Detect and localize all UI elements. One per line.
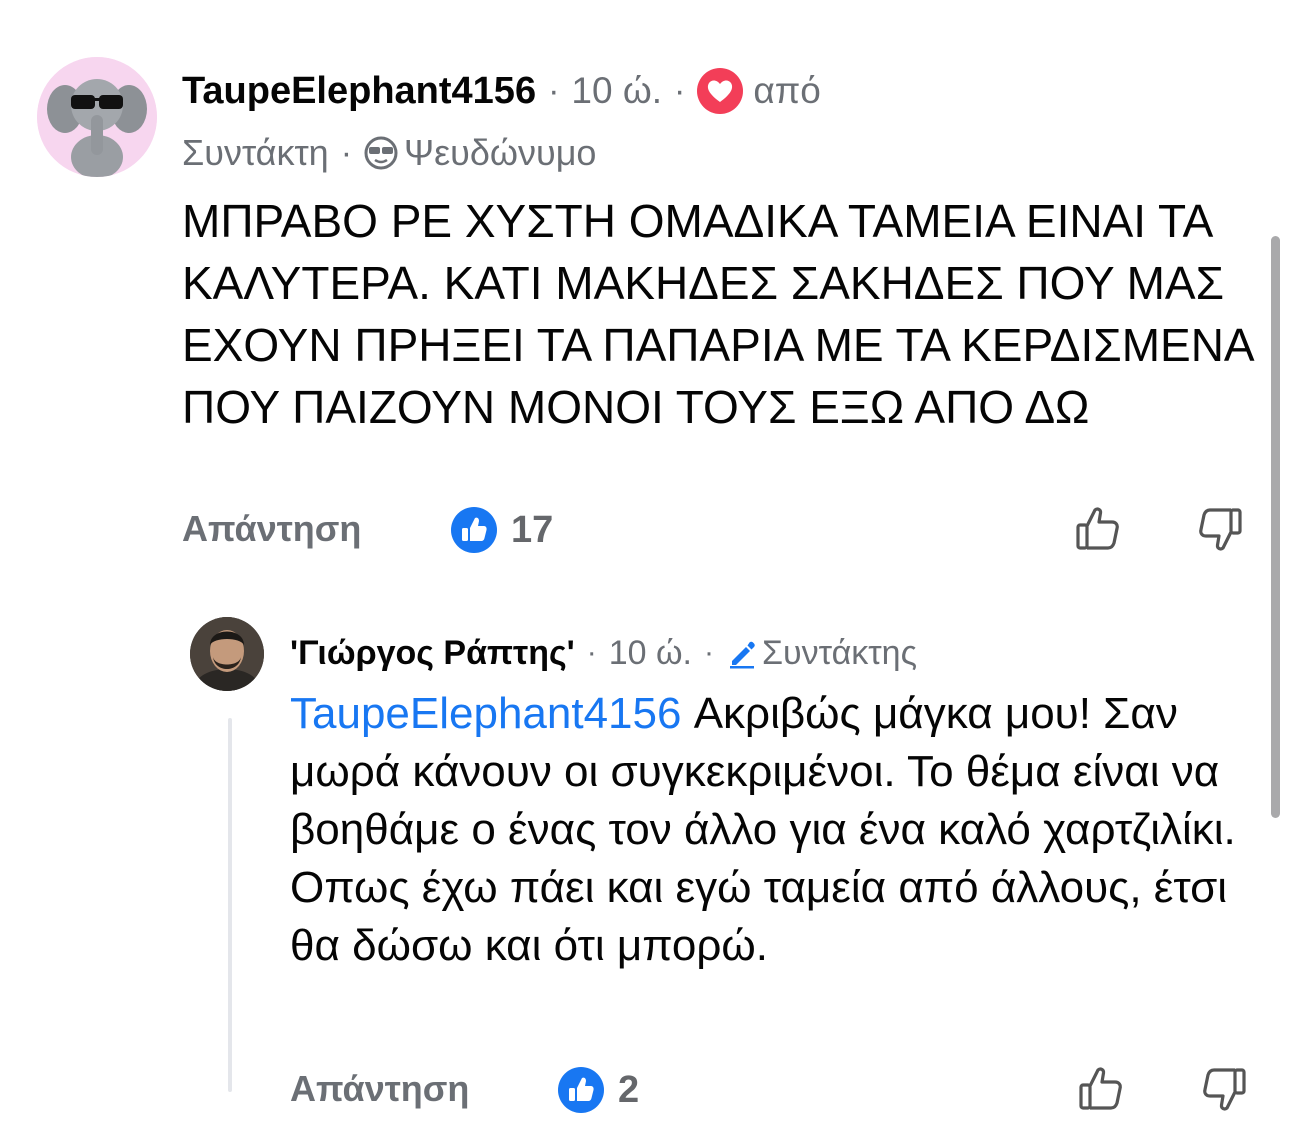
pencil-icon bbox=[726, 637, 758, 669]
thumbs-down-outline-icon[interactable] bbox=[1194, 504, 1246, 561]
timestamp: 10 ώ. bbox=[608, 633, 693, 672]
separator: · bbox=[548, 71, 560, 110]
reply-button[interactable]: Απάντηση bbox=[290, 1068, 469, 1110]
separator: · bbox=[340, 133, 353, 172]
like-count: 17 bbox=[511, 509, 554, 551]
comment-actions: Απάντηση 17 bbox=[182, 502, 1262, 558]
comment-meta: TaupeElephant4156 · 10 ώ. · από bbox=[182, 68, 821, 114]
reply-button[interactable]: Απάντηση bbox=[182, 508, 361, 550]
author-badges: Συντάκτη · Ψευδώνυμο bbox=[182, 130, 596, 176]
like-count: 2 bbox=[618, 1069, 640, 1111]
mention-link[interactable]: TaupeElephant4156 bbox=[290, 689, 681, 738]
separator: · bbox=[704, 636, 715, 669]
author-name[interactable]: 'Γιώργος Ράπτης' bbox=[290, 634, 575, 673]
scrollbar[interactable] bbox=[1271, 236, 1280, 818]
thumbs-up-icon bbox=[451, 507, 497, 553]
thumbs-up-outline-icon[interactable] bbox=[1072, 502, 1124, 559]
reply-body: TaupeElephant4156 Ακριβώς μάγκα μου! Σαν… bbox=[290, 685, 1270, 975]
timestamp: 10 ώ. bbox=[571, 70, 663, 111]
thumbs-down-outline-icon[interactable] bbox=[1198, 1064, 1250, 1121]
reply-actions: Απάντηση 2 bbox=[290, 1062, 1265, 1118]
avatar[interactable] bbox=[37, 57, 157, 177]
anonymous-label: Ψευδώνυμο bbox=[404, 132, 597, 173]
thread-line bbox=[228, 718, 232, 1092]
editor-badge: Συντάκτης bbox=[762, 633, 917, 672]
liked-by-label: από bbox=[753, 70, 821, 111]
role-label: Συντάκτη bbox=[182, 132, 329, 173]
separator: · bbox=[586, 636, 597, 669]
sunglasses-face-icon bbox=[364, 136, 398, 170]
comment-body: ΜΠΡΑΒΟ ΡΕ ΧΥΣΤΗ ΟΜΑΔΙΚΑ ΤΑΜΕΙΑ ΕΙΝΑΙ ΤΑ … bbox=[182, 195, 1253, 433]
reply-meta: 'Γιώργος Ράπτης' · 10 ώ. · Συντάκτης bbox=[290, 630, 917, 676]
thumbs-up-outline-icon[interactable] bbox=[1075, 1062, 1127, 1119]
avatar[interactable] bbox=[190, 617, 264, 691]
heart-icon bbox=[697, 68, 744, 114]
author-name[interactable]: TaupeElephant4156 bbox=[182, 70, 536, 113]
separator: · bbox=[674, 71, 686, 110]
thumbs-up-icon bbox=[558, 1067, 604, 1113]
